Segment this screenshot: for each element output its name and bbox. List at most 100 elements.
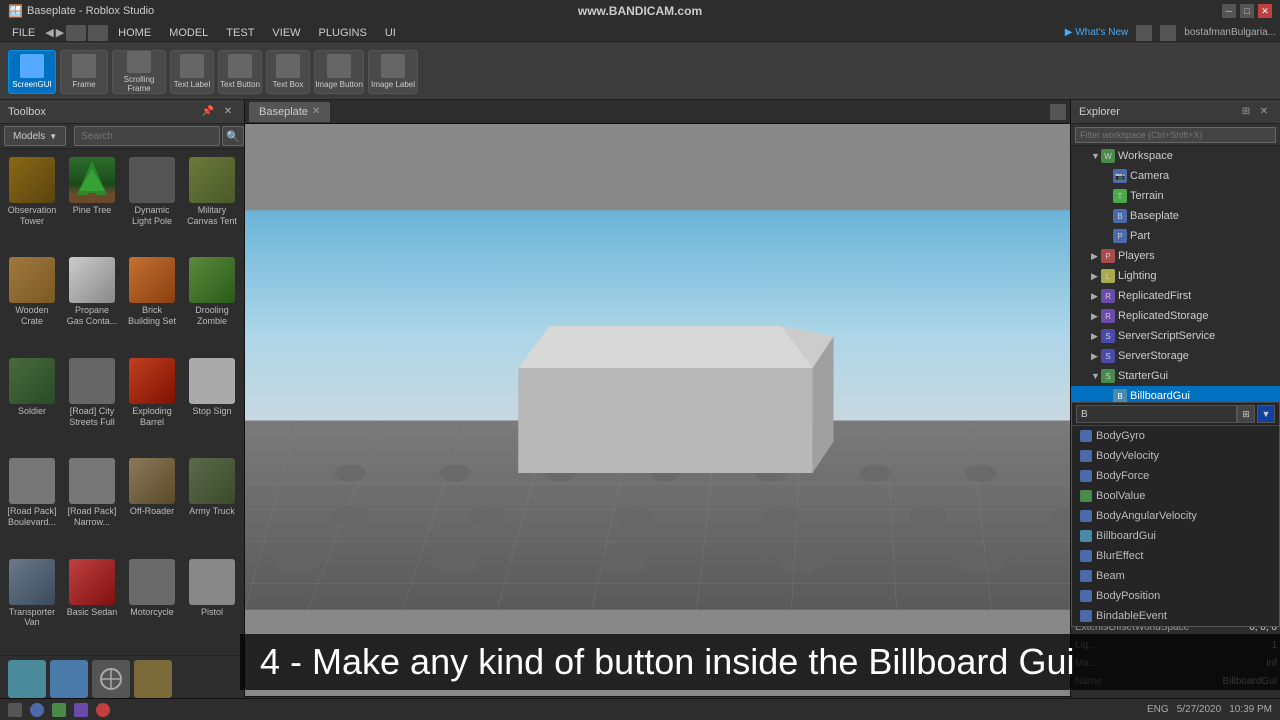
toolbar-scrolling-frame[interactable]: Scrolling Frame (112, 50, 166, 94)
dd-item-bodyposition[interactable]: BodyPosition (1072, 586, 1279, 606)
explorer-filter-input[interactable] (1075, 127, 1276, 143)
header-icon1[interactable] (1136, 25, 1152, 41)
tree-item-server-script[interactable]: ▶ S ServerScriptService (1071, 326, 1280, 346)
pistol-label: Pistol (201, 607, 223, 618)
toolbar-frame[interactable]: Frame (60, 50, 108, 94)
list-item[interactable]: Transporter Van (4, 555, 60, 651)
list-item[interactable]: Stop Sign (184, 354, 240, 450)
whats-new-btn[interactable]: ▶ What's New (1065, 27, 1129, 38)
toolbox-header: Toolbox 📌 ✕ (0, 100, 244, 124)
app4-btn[interactable] (96, 703, 110, 717)
header-icon2[interactable] (1160, 25, 1176, 41)
toolbar-image-button[interactable]: Image Button (314, 50, 364, 94)
tree-item-lighting[interactable]: ▶ L Lighting (1071, 266, 1280, 286)
dd-item-blur[interactable]: BlurEffect (1072, 546, 1279, 566)
list-item[interactable]: [Road Pack] Narrow... (64, 454, 120, 550)
tree-item-starter-gui[interactable]: ▼ S StarterGui (1071, 366, 1280, 386)
home-shortcut[interactable] (66, 25, 86, 41)
start-btn[interactable] (8, 703, 22, 717)
menu-item-view[interactable]: VIEW (264, 25, 308, 41)
list-item[interactable]: Pine Tree (64, 153, 120, 249)
vp-tab-label: Baseplate (259, 106, 308, 118)
explorer-expand[interactable]: ⊞ (1238, 104, 1254, 120)
list-item[interactable]: Basic Sedan (64, 555, 120, 651)
toolbar-text-box[interactable]: Text Box (266, 50, 310, 94)
toolbar-text-button[interactable]: Text Button (218, 50, 262, 94)
list-item[interactable]: Soldier (4, 354, 60, 450)
dd-item-bodygyro[interactable]: BodyGyro (1072, 426, 1279, 446)
menu-item-home[interactable]: HOME (110, 25, 159, 41)
bodyangular-label: BodyAngularVelocity (1096, 510, 1197, 522)
tree-item-camera[interactable]: 📷 Camera (1071, 166, 1280, 186)
dd-btn1[interactable]: ⊞ (1237, 405, 1255, 423)
dd-item-bindable-event[interactable]: BindableEvent (1072, 606, 1279, 626)
image-button-label: Image Button (315, 80, 363, 89)
save-shortcut[interactable] (88, 25, 108, 41)
dd-btn2[interactable]: ▼ (1257, 405, 1275, 423)
list-item[interactable]: Military Canvas Tent (184, 153, 240, 249)
toolbar-screengui[interactable]: ScreenGUI (8, 50, 56, 94)
tree-item-players[interactable]: ▶ P Players (1071, 246, 1280, 266)
list-item[interactable]: Motorcycle (124, 555, 180, 651)
toolbar-image-label[interactable]: Image Label (368, 50, 418, 94)
replicated-storage-icon: R (1101, 309, 1115, 323)
toolbox-close[interactable]: ✕ (220, 104, 236, 120)
maximize-btn[interactable]: □ (1240, 4, 1254, 18)
tree-item-workspace[interactable]: ▼ W Workspace (1071, 146, 1280, 166)
menu-item-model[interactable]: MODEL (161, 25, 216, 41)
search-button[interactable]: 🔍 (222, 126, 244, 146)
menu-item-file[interactable]: FILE (4, 25, 43, 41)
army-truck-label: Army Truck (189, 506, 235, 517)
viewport[interactable] (245, 124, 1070, 696)
list-item[interactable]: Exploding Barrel (124, 354, 180, 450)
explorer-close[interactable]: ✕ (1256, 104, 1272, 120)
files-btn[interactable] (52, 703, 66, 717)
dd-item-bodyforce[interactable]: BodyForce (1072, 466, 1279, 486)
toolbox-pin[interactable]: 📌 (200, 104, 216, 120)
blur-icon (1080, 550, 1092, 562)
viewport-tab-baseplate[interactable]: Baseplate ✕ (249, 102, 330, 122)
app3-btn[interactable] (74, 703, 88, 717)
vp-tab-close[interactable]: ✕ (312, 106, 320, 117)
tree-item-part[interactable]: P Part (1071, 226, 1280, 246)
menu-item-plugins[interactable]: PLUGINS (311, 25, 375, 41)
models-dropdown[interactable]: Models ▼ (4, 126, 66, 146)
baseplate-label: Baseplate (1130, 210, 1179, 222)
tree-item-baseplate[interactable]: B Baseplate (1071, 206, 1280, 226)
dd-item-bodyangular[interactable]: BodyAngularVelocity (1072, 506, 1279, 526)
billboard-gui-icon: B (1113, 389, 1127, 402)
nav-icons: ◀ ▶ (45, 25, 108, 41)
dd-item-billboard[interactable]: BillboardGui (1072, 526, 1279, 546)
list-item[interactable]: Drooling Zombie (184, 253, 240, 349)
dd-item-beam[interactable]: Beam (1072, 566, 1279, 586)
tree-item-terrain[interactable]: T Terrain (1071, 186, 1280, 206)
list-item[interactable]: Off-Roader (124, 454, 180, 550)
list-item[interactable]: Observation Tower (4, 153, 60, 249)
list-item[interactable]: Pistol (184, 555, 240, 651)
browser-btn[interactable] (30, 703, 44, 717)
menu-item-test[interactable]: TEST (218, 25, 262, 41)
list-item[interactable]: Dynamic Light Pole (124, 153, 180, 249)
dropdown-search-input[interactable] (1076, 405, 1237, 423)
tree-item-billboard-gui[interactable]: B BillboardGui (1071, 386, 1280, 402)
list-item[interactable]: Propane Gas Conta... (64, 253, 120, 349)
dd-item-bodyvelocity[interactable]: BodyVelocity (1072, 446, 1279, 466)
toolbar-text-label[interactable]: Text Label (170, 50, 214, 94)
list-item[interactable]: Wooden Crate (4, 253, 60, 349)
search-input[interactable] (74, 126, 220, 146)
list-item[interactable]: [Road Pack] Boulevard... (4, 454, 60, 550)
menu-item-ui[interactable]: UI (377, 25, 404, 41)
dd-item-boolvalue[interactable]: BoolValue (1072, 486, 1279, 506)
list-item[interactable]: Brick Building Set (124, 253, 180, 349)
bottom-thumb1 (8, 660, 46, 698)
list-item[interactable]: [Road] City Streets Full (64, 354, 120, 450)
list-item[interactable]: Army Truck (184, 454, 240, 550)
tree-item-replicated-storage[interactable]: ▶ R ReplicatedStorage (1071, 306, 1280, 326)
tree-item-server-storage[interactable]: ▶ S ServerStorage (1071, 346, 1280, 366)
expand-btn[interactable] (1050, 104, 1066, 120)
tree-item-replicated-first[interactable]: ▶ R ReplicatedFirst (1071, 286, 1280, 306)
baseplate-icon: B (1113, 209, 1127, 223)
minimize-btn[interactable]: ─ (1222, 4, 1236, 18)
header-right: ▶ What's New bostafmanBulgaria... (1065, 25, 1276, 41)
close-btn[interactable]: ✕ (1258, 4, 1272, 18)
